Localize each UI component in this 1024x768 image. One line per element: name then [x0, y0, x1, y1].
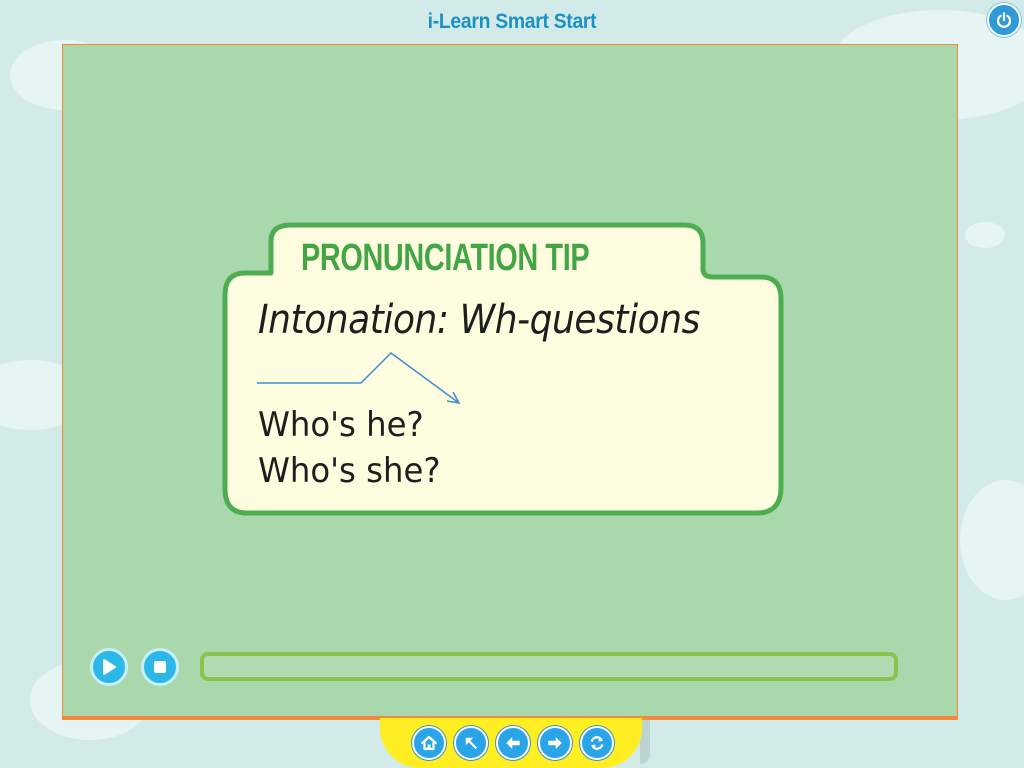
play-icon — [103, 659, 116, 675]
play-button[interactable] — [90, 648, 128, 686]
tip-subtitle: Intonation: Wh-questions — [258, 297, 700, 343]
app-title: i-Learn Smart Start — [427, 10, 597, 33]
background-cloud — [960, 480, 1024, 600]
tip-question-line: Who's she? — [258, 451, 441, 491]
arrow-left-icon — [506, 737, 520, 749]
tip-heading: PRONUNCIATION TIP — [301, 237, 590, 279]
power-icon — [996, 12, 1012, 28]
audio-progress-bar[interactable] — [200, 652, 898, 681]
lesson-stage: PRONUNCIATION TIP Intonation: Wh-questio… — [62, 44, 958, 720]
power-button[interactable] — [987, 3, 1021, 37]
replay-button[interactable] — [580, 726, 614, 760]
back-button[interactable] — [496, 726, 530, 760]
bottom-navigation-bar — [380, 718, 650, 768]
home-icon — [421, 735, 437, 751]
background-cloud — [965, 222, 1005, 248]
stop-icon — [154, 661, 166, 673]
arrow-up-left-icon — [465, 737, 477, 749]
stop-button[interactable] — [141, 648, 179, 686]
home-button[interactable] — [412, 726, 446, 760]
up-left-button[interactable] — [454, 726, 488, 760]
tip-question-line: Who's he? — [258, 405, 424, 445]
replay-icon — [590, 736, 604, 750]
arrow-right-icon — [548, 737, 562, 749]
forward-button[interactable] — [538, 726, 572, 760]
intonation-arrow — [257, 352, 461, 404]
